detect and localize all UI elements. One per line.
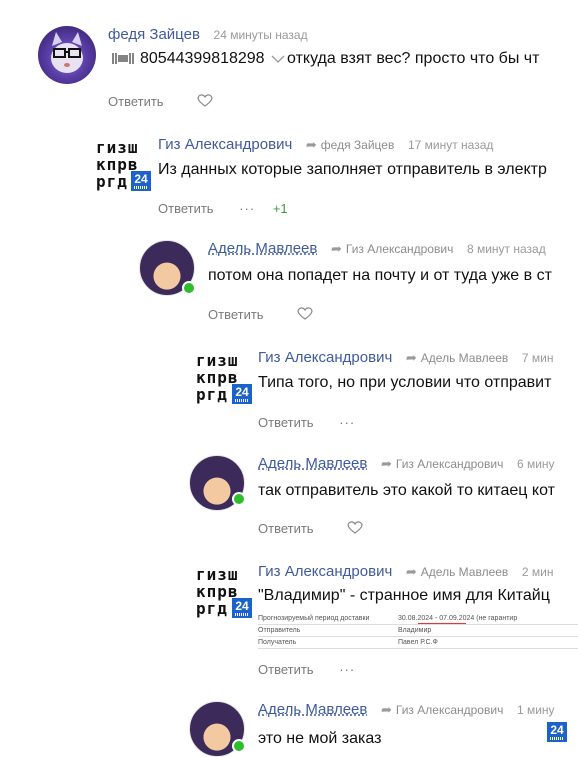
attachment-row: Прогнозируемый период доставки 30.08.2024… bbox=[258, 613, 578, 625]
author-name[interactable]: Адель Мавлеев bbox=[258, 455, 367, 472]
comment-text: так отправитель это какой то китаец кот bbox=[258, 482, 555, 499]
badge-24-icon: 24 bbox=[232, 384, 252, 404]
comment-meta: Гиз Александрович ➦ Адель Мавлеев 2 мин bbox=[258, 563, 554, 581]
heart-icon[interactable] bbox=[347, 520, 363, 537]
timestamp[interactable]: 24 минуты назад bbox=[214, 28, 308, 42]
reply-button[interactable]: Ответить bbox=[258, 521, 314, 536]
timestamp[interactable]: 2 мин bbox=[522, 565, 554, 579]
avatar[interactable] bbox=[38, 26, 96, 84]
comment-meta: Адель Мавлеев ➦ Гиз Александрович 6 мину bbox=[258, 455, 555, 473]
comment-actions: Ответить ··· bbox=[258, 414, 355, 430]
comment-text: потом она попадет на почту и от туда уже… bbox=[208, 267, 552, 284]
reply-arrow-icon: ➦ bbox=[405, 350, 417, 365]
timestamp[interactable]: 6 мину bbox=[517, 457, 555, 471]
attached-screenshot[interactable]: Прогнозируемый период доставки 30.08.2024… bbox=[258, 613, 578, 657]
comment-meta: Гиз Александрович ➦ Адель Мавлеев 7 мин bbox=[258, 349, 554, 367]
comment-text: "Владимир" - странное имя для Китайц bbox=[258, 587, 550, 604]
comment-actions: Ответить bbox=[108, 93, 213, 110]
comment-meta: федя Зайцев 24 минуты назад bbox=[108, 26, 308, 44]
comment-meta: Адель Мавлеев ➦ Гиз Александрович 1 мину bbox=[258, 701, 555, 719]
reply-arrow-icon: ➦ bbox=[381, 702, 392, 717]
comment: Адель Мавлеев ➦ Гиз Александрович 1 мину … bbox=[0, 701, 578, 757]
heart-icon[interactable] bbox=[197, 93, 213, 110]
comment-actions: Ответить ··· bbox=[258, 661, 355, 677]
comment-text: это не мой заказ bbox=[258, 730, 382, 747]
reply-to-name[interactable]: Гиз Александрович bbox=[396, 703, 503, 717]
comment-text: 80544399818298 откуда взят вес? просто ч… bbox=[112, 50, 539, 68]
comment-text: Типа того, но при условии что отправит bbox=[258, 374, 552, 391]
online-status-icon bbox=[232, 739, 246, 753]
comment-meta: Гиз Александрович ➦ федя Зайцев 17 минут … bbox=[158, 136, 493, 154]
reply-button[interactable]: Ответить bbox=[158, 201, 214, 216]
author-name[interactable]: Адель Мавлеев bbox=[208, 240, 317, 257]
more-options-icon[interactable]: ··· bbox=[339, 415, 355, 430]
comment-actions: Ответить bbox=[258, 520, 363, 537]
reply-to-name[interactable]: Гиз Александрович bbox=[346, 242, 453, 256]
comment: Адель Мавлеев ➦ Гиз Александрович 6 мину … bbox=[0, 455, 578, 565]
chevron-down-icon[interactable] bbox=[271, 54, 285, 64]
reply-to-name[interactable]: Адель Мавлеев bbox=[421, 351, 509, 365]
timestamp[interactable]: 7 мин bbox=[522, 351, 554, 365]
comment-actions: Ответить ··· +1 bbox=[158, 200, 288, 216]
author-name[interactable]: Гиз Александрович bbox=[258, 349, 392, 366]
reply-arrow-icon: ➦ bbox=[331, 241, 342, 256]
cat-avatar-icon bbox=[51, 32, 83, 73]
attachment-row: Получатель Павел Р.С.Ф bbox=[258, 637, 578, 649]
reply-arrow-icon: ➦ bbox=[381, 456, 392, 471]
more-options-icon[interactable]: ··· bbox=[239, 201, 255, 216]
badge-24-icon: 24 bbox=[547, 722, 567, 742]
comment: гизш кпрв ргд 24 Гиз Александрович ➦ федя З… bbox=[0, 136, 578, 246]
reply-to-name[interactable]: Адель Мавлеев bbox=[421, 565, 509, 579]
comment-meta: Адель Мавлеев ➦ Гиз Александрович 8 минут… bbox=[208, 240, 546, 258]
more-options-icon[interactable]: ··· bbox=[339, 662, 355, 677]
comment: федя Зайцев 24 минуты назад 805443998182… bbox=[0, 26, 578, 136]
timestamp[interactable]: 17 минут назад bbox=[408, 138, 493, 152]
reply-button[interactable]: Ответить bbox=[108, 94, 164, 109]
timestamp[interactable]: 1 мину bbox=[517, 703, 555, 717]
reply-button[interactable]: Ответить bbox=[208, 307, 264, 322]
reply-arrow-icon: ➦ bbox=[405, 564, 417, 579]
reply-button[interactable]: Ответить bbox=[258, 415, 314, 430]
comment: гизш кпрв ргд 24 Гиз Александрович ➦ Адель … bbox=[0, 349, 578, 459]
badge-24-icon: 24 bbox=[232, 598, 252, 618]
likes-count: +1 bbox=[272, 201, 288, 217]
badge-24-icon: 24 bbox=[131, 171, 151, 191]
reply-to-name[interactable]: федя Зайцев bbox=[321, 138, 395, 152]
reply-button[interactable]: Ответить bbox=[258, 662, 314, 677]
reply-to-name[interactable]: Гиз Александрович bbox=[396, 457, 503, 471]
online-status-icon bbox=[232, 492, 246, 506]
comment: Адель Мавлеев ➦ Гиз Александрович 8 минут… bbox=[0, 240, 578, 350]
author-name[interactable]: Гиз Александрович bbox=[258, 563, 392, 580]
author-name[interactable]: Адель Мавлеев bbox=[258, 701, 367, 718]
attachment-row: Отправитель Владимир bbox=[258, 625, 578, 637]
track-number[interactable]: 80544399818298 bbox=[140, 50, 265, 67]
author-name[interactable]: Гиз Александрович bbox=[158, 136, 292, 153]
heart-icon[interactable] bbox=[297, 306, 313, 323]
online-status-icon bbox=[182, 281, 196, 295]
barcode-icon bbox=[112, 53, 134, 65]
timestamp[interactable]: 8 минут назад bbox=[467, 242, 546, 256]
reply-arrow-icon: ➦ bbox=[305, 137, 317, 152]
author-name[interactable]: федя Зайцев bbox=[108, 26, 200, 43]
comment-body: откуда взят вес? просто что бы чт bbox=[287, 50, 540, 67]
comment-text: Из данных которые заполняет отправитель … bbox=[158, 161, 547, 178]
comment-actions: Ответить bbox=[208, 306, 313, 323]
